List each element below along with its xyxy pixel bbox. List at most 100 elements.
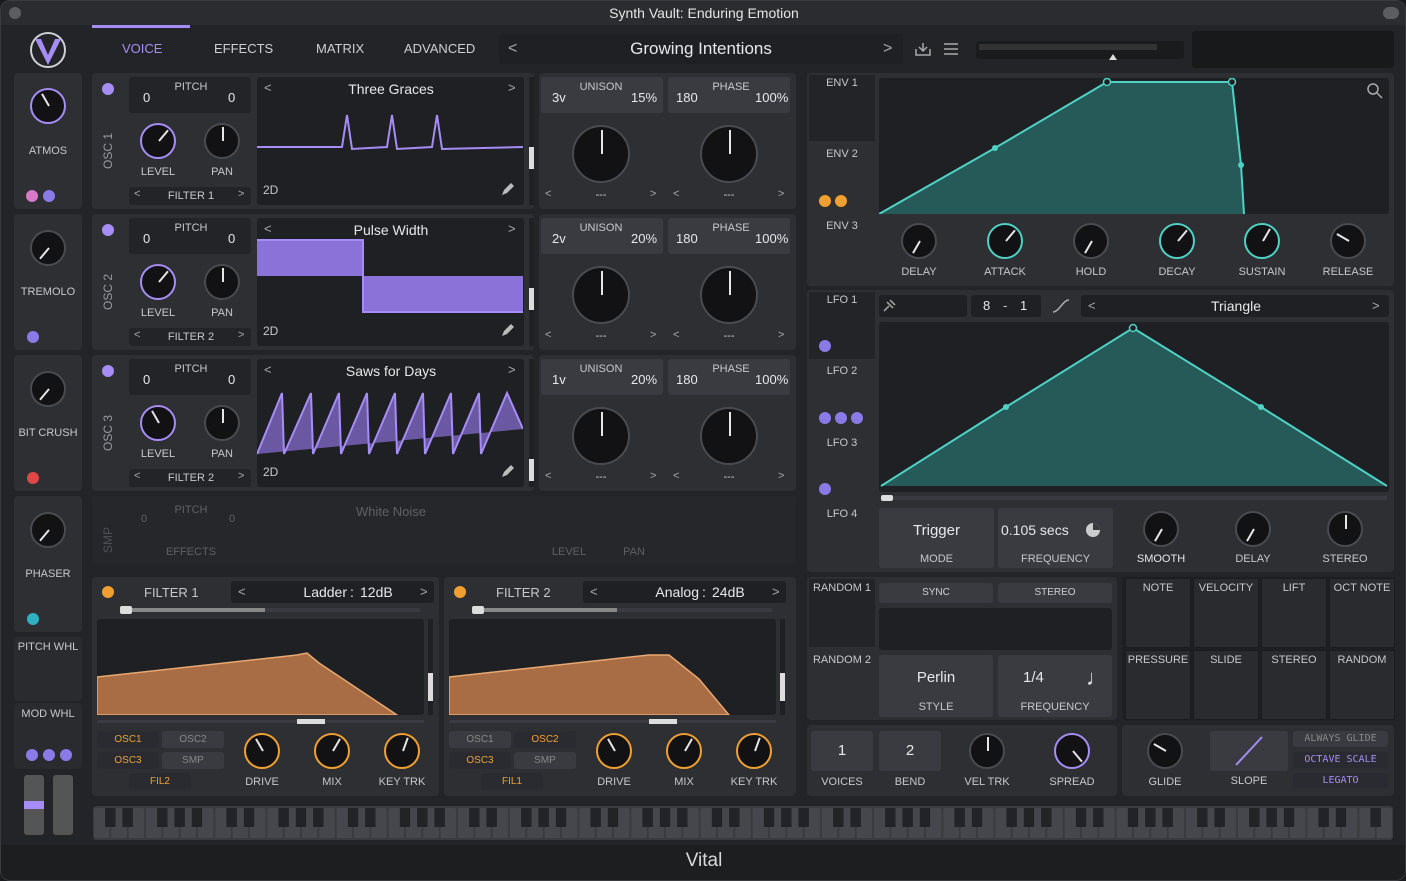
pin-icon[interactable] bbox=[881, 298, 897, 314]
env3-tab-label[interactable]: ENV 3 bbox=[809, 220, 875, 232]
osc1-frame-slider[interactable] bbox=[529, 77, 534, 205]
bend-value[interactable]: 2 bbox=[879, 731, 941, 771]
mod-source-dot[interactable] bbox=[43, 190, 55, 202]
note-icon[interactable]: ♩ bbox=[1086, 665, 1108, 691]
filter2-blend-slider[interactable] bbox=[472, 606, 772, 614]
osc3-distortion-prev[interactable]: < bbox=[673, 470, 679, 482]
osc1-transpose[interactable]: 0 bbox=[143, 90, 150, 105]
osc2-filter-prev[interactable]: < bbox=[134, 329, 140, 341]
osc1-morph-type[interactable]: --- bbox=[581, 189, 621, 201]
osc1-enable-toggle[interactable] bbox=[102, 83, 114, 95]
mod-wheel[interactable] bbox=[53, 775, 73, 835]
filter2-route-1[interactable]: OSC2 bbox=[514, 731, 576, 748]
osc2-unison-voices[interactable]: 2v bbox=[552, 231, 566, 246]
osc1-unison-voices[interactable]: 3v bbox=[552, 90, 566, 105]
osc2-morph-next[interactable]: > bbox=[650, 329, 656, 341]
filter1-route-2[interactable]: OSC3 bbox=[97, 752, 159, 769]
smp-pitch-right[interactable]: 0 bbox=[229, 513, 235, 525]
filter1-response-graph[interactable] bbox=[96, 619, 424, 716]
osc2-filter-next[interactable]: > bbox=[238, 329, 244, 341]
filter2-drive-knob[interactable] bbox=[596, 733, 632, 769]
osc2-frame-slider[interactable] bbox=[529, 218, 534, 346]
filter2-mix-knob[interactable] bbox=[666, 733, 702, 769]
filter2-slope[interactable]: 24dB bbox=[712, 584, 745, 600]
osc1-level-knob[interactable] bbox=[140, 123, 176, 159]
glide-knob[interactable] bbox=[1147, 733, 1183, 769]
lfo-curve[interactable] bbox=[879, 322, 1389, 492]
next-preset-button[interactable]: > bbox=[883, 40, 892, 58]
env2-tab-label[interactable]: ENV 2 bbox=[809, 148, 875, 160]
timer-icon[interactable] bbox=[1084, 521, 1102, 539]
osc2-pan-knob[interactable] bbox=[204, 264, 240, 300]
filter1-blend-slider[interactable] bbox=[120, 606, 420, 614]
osc1-unison-detune[interactable]: 15% bbox=[631, 90, 657, 105]
random-style-value[interactable]: Perlin bbox=[879, 669, 993, 686]
env-delay-knob[interactable] bbox=[901, 223, 937, 259]
env-sustain-knob[interactable] bbox=[1244, 223, 1280, 259]
osc2-phase-value[interactable]: 180 bbox=[676, 231, 698, 246]
osc2-level-knob[interactable] bbox=[140, 264, 176, 300]
osc2-distortion-next[interactable]: > bbox=[778, 329, 784, 341]
filter2-response-graph[interactable] bbox=[448, 619, 776, 716]
osc3-morph-type[interactable]: --- bbox=[581, 471, 621, 483]
osc3-phase-randomize[interactable]: 100% bbox=[755, 372, 788, 387]
osc2-unison-detune[interactable]: 20% bbox=[631, 231, 657, 246]
osc2-spectral-morph-knob[interactable] bbox=[572, 266, 630, 324]
filter1-drive-knob[interactable] bbox=[244, 733, 280, 769]
mod-source-dot[interactable] bbox=[819, 483, 831, 495]
osc1-filter-next[interactable]: > bbox=[238, 188, 244, 200]
filter1-keytrk-knob[interactable] bbox=[384, 733, 420, 769]
octave-scale-button[interactable]: OCTAVE SCALE bbox=[1293, 752, 1388, 768]
voices-value[interactable]: 1 bbox=[811, 731, 873, 771]
slope-display[interactable] bbox=[1210, 731, 1288, 771]
envelope-curve[interactable] bbox=[878, 77, 1389, 215]
lfo4-tab-label[interactable]: LFO 4 bbox=[809, 508, 875, 520]
filter1-route-4[interactable]: FIL2 bbox=[129, 773, 191, 790]
filter2-prev-type[interactable]: < bbox=[590, 584, 598, 599]
osc3-transpose[interactable]: 0 bbox=[143, 372, 150, 387]
window-control-button[interactable] bbox=[1383, 7, 1399, 19]
osc1-filter-prev[interactable]: < bbox=[134, 188, 140, 200]
mod-source-dot[interactable] bbox=[26, 749, 38, 761]
osc3-prev-wavetable[interactable]: < bbox=[264, 362, 272, 377]
filter1-resonance-slider[interactable] bbox=[428, 619, 433, 715]
osc3-next-wavetable[interactable]: > bbox=[508, 362, 516, 377]
env-decay-knob[interactable] bbox=[1159, 223, 1195, 259]
osc1-distortion-prev[interactable]: < bbox=[673, 188, 679, 200]
vel-trk-knob[interactable] bbox=[969, 733, 1005, 769]
keyboard[interactable] bbox=[93, 806, 1393, 840]
close-window-button[interactable] bbox=[9, 7, 21, 19]
osc2-next-wavetable[interactable]: > bbox=[508, 221, 516, 236]
osc1-spectral-morph-knob[interactable] bbox=[572, 125, 630, 183]
filter1-prev-type[interactable]: < bbox=[238, 584, 246, 599]
tab-advanced[interactable]: ADVANCED bbox=[404, 41, 475, 56]
osc3-pan-knob[interactable] bbox=[204, 405, 240, 441]
lfo2-tab-label[interactable]: LFO 2 bbox=[809, 365, 875, 377]
save-preset-icon[interactable] bbox=[914, 41, 932, 57]
osc1-distortion-knob[interactable] bbox=[700, 125, 758, 183]
mod-source-dot[interactable] bbox=[27, 472, 39, 484]
lfo-delay-knob[interactable] bbox=[1235, 511, 1271, 547]
mod-source-dot[interactable] bbox=[835, 412, 847, 424]
legato-button[interactable]: LEGATO bbox=[1293, 773, 1388, 789]
bit-crush-knob[interactable] bbox=[30, 371, 66, 407]
mod-source-dot[interactable] bbox=[60, 749, 72, 761]
edit-wavetable-icon[interactable] bbox=[500, 322, 516, 338]
mod-source-dot[interactable] bbox=[819, 340, 831, 352]
filter1-model[interactable]: Ladder bbox=[277, 584, 347, 600]
tab-matrix[interactable]: MATRIX bbox=[316, 41, 364, 56]
smp-sample-name[interactable]: White Noise bbox=[301, 504, 481, 519]
lfo-graph[interactable] bbox=[879, 322, 1389, 492]
lfo-sync-right[interactable]: 1 bbox=[1020, 298, 1027, 313]
mod-source-dot[interactable] bbox=[819, 195, 831, 207]
osc2-wavetable-name[interactable]: Pulse Width bbox=[301, 222, 481, 238]
filter1-next-type[interactable]: > bbox=[420, 584, 428, 599]
mod-source-dot[interactable] bbox=[851, 412, 863, 424]
prev-lfo-shape-button[interactable]: < bbox=[1088, 298, 1096, 313]
atmos-knob[interactable] bbox=[30, 88, 66, 124]
osc3-unison-voices[interactable]: 1v bbox=[552, 372, 566, 387]
edit-wavetable-icon[interactable] bbox=[500, 181, 516, 197]
next-lfo-shape-button[interactable]: > bbox=[1372, 298, 1380, 313]
spread-knob[interactable] bbox=[1054, 733, 1090, 769]
random-frequency-value[interactable]: 1/4 bbox=[1023, 669, 1044, 686]
